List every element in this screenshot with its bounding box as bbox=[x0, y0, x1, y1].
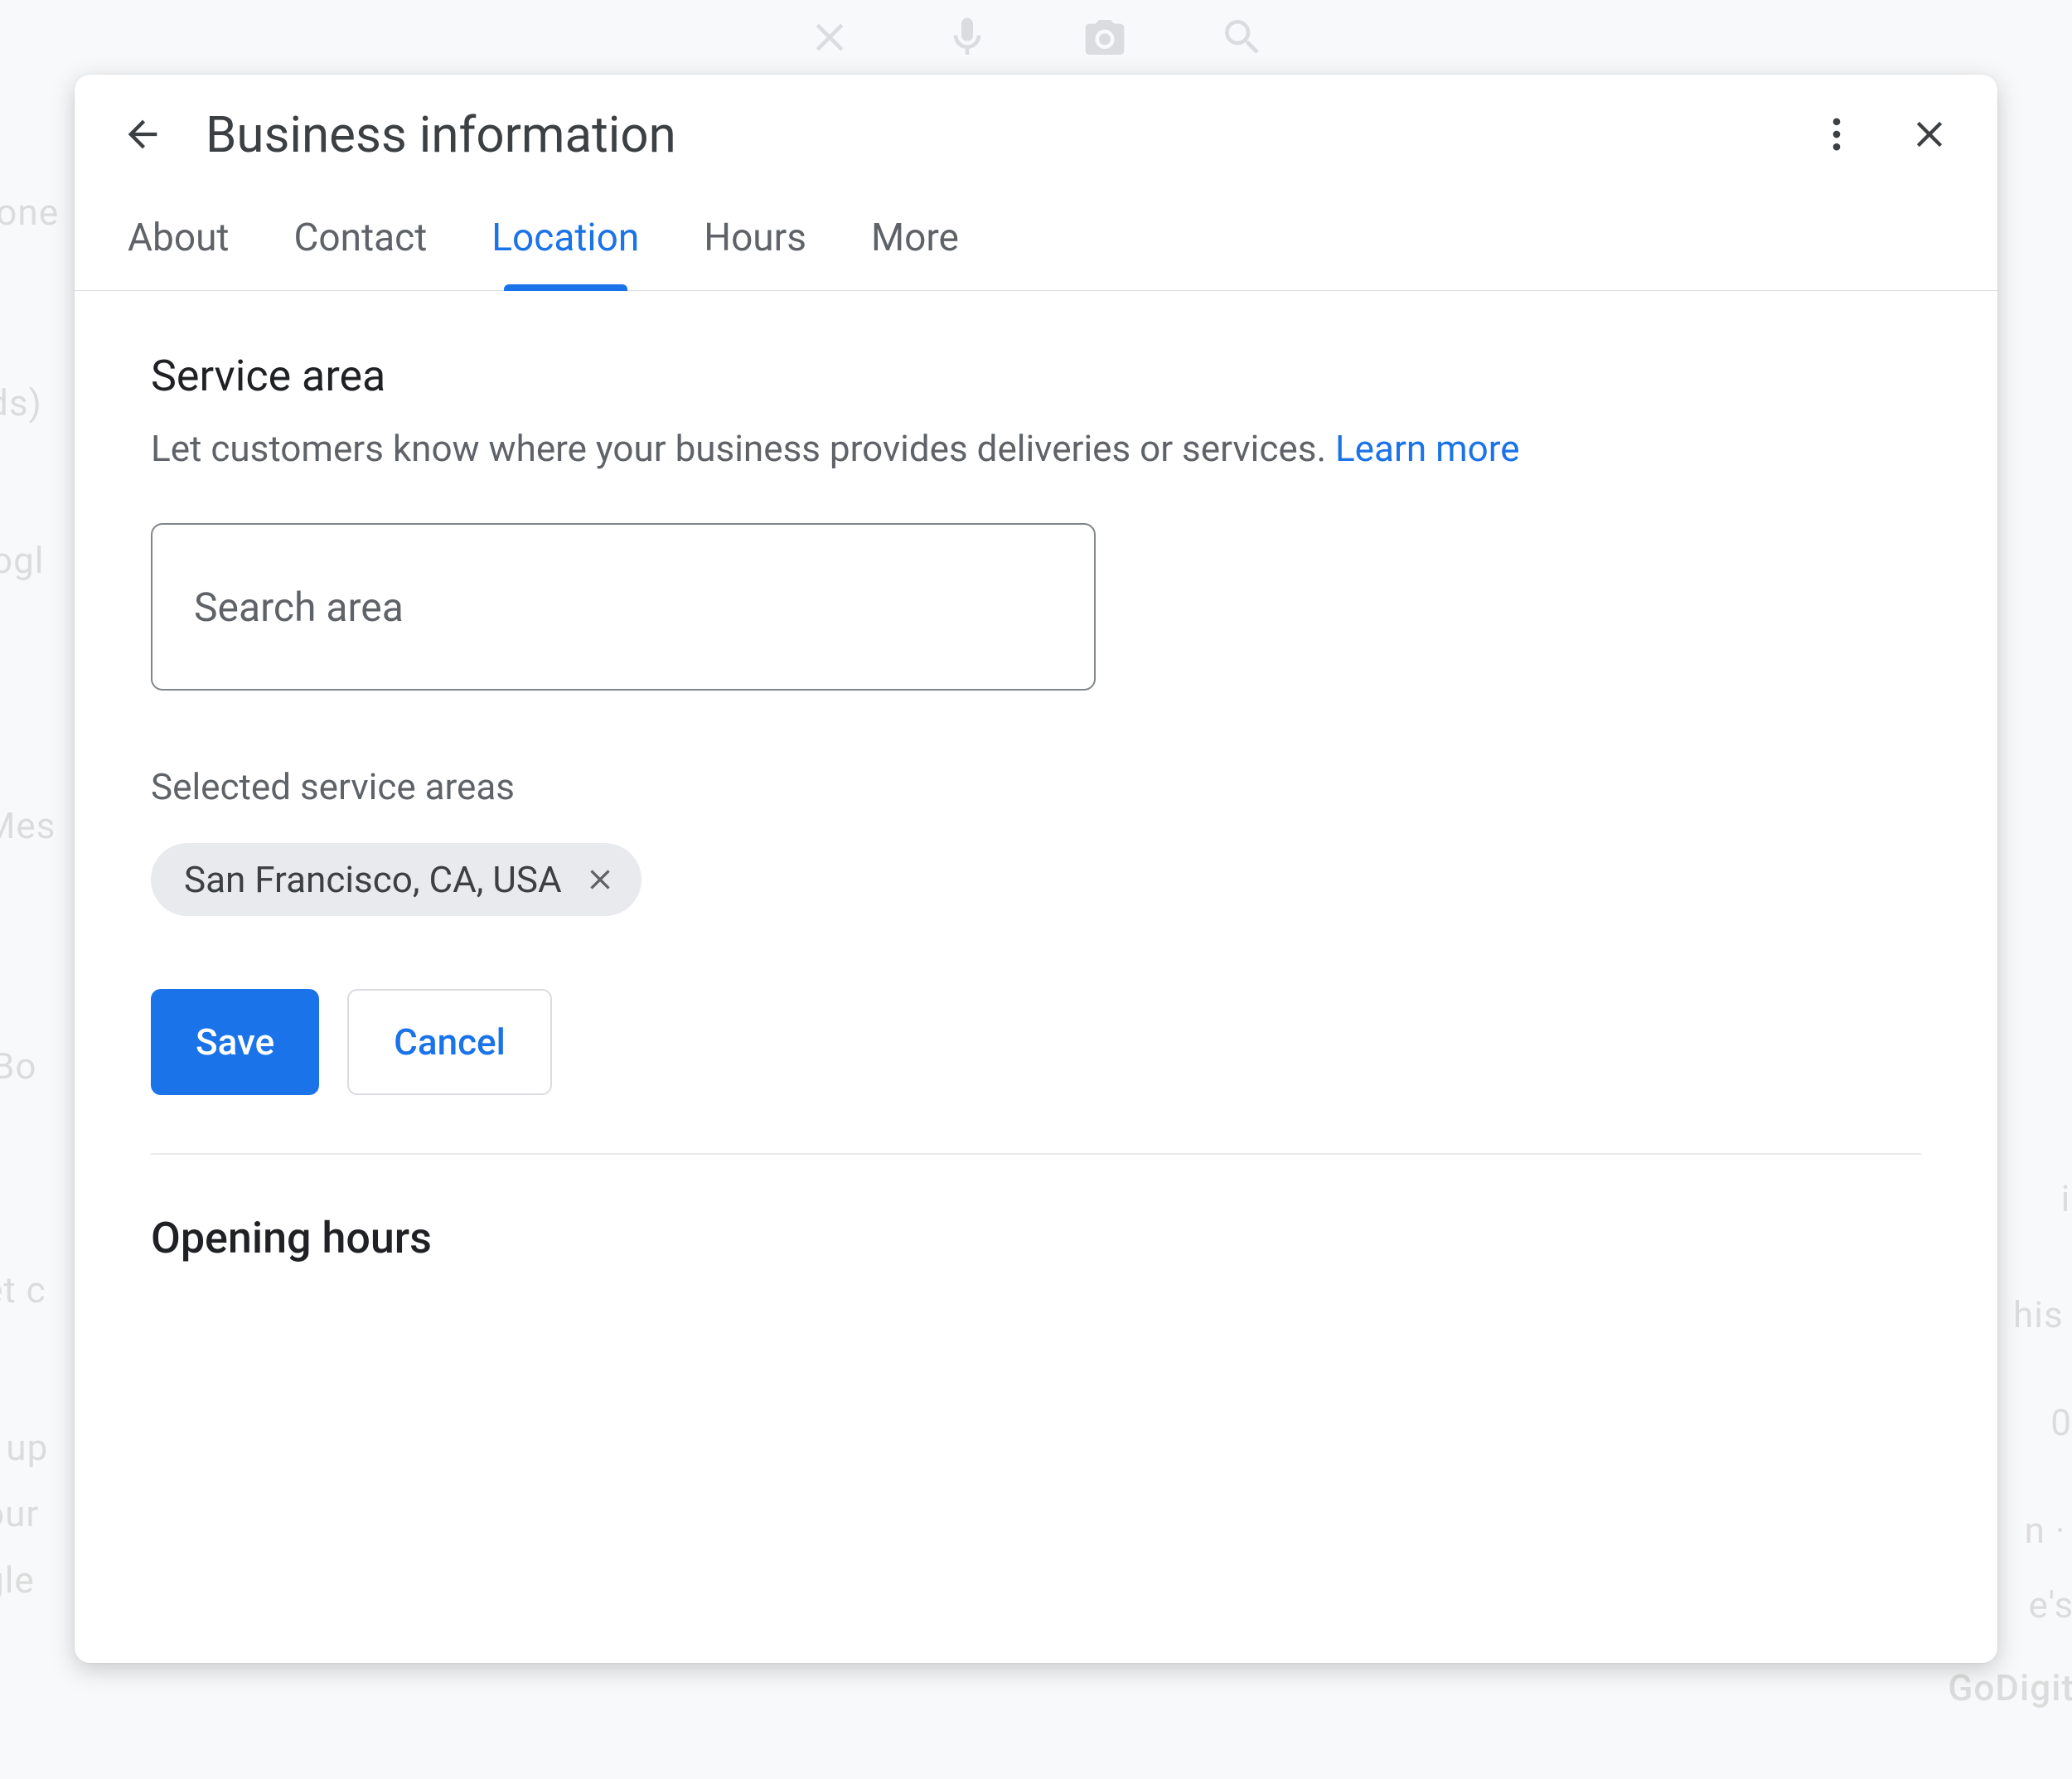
learn-more-link[interactable]: Learn more bbox=[1335, 427, 1520, 470]
tab-location[interactable]: Location bbox=[488, 201, 642, 290]
tab-about[interactable]: About bbox=[124, 201, 232, 290]
camera-icon bbox=[1082, 14, 1128, 61]
background-search-icons bbox=[0, 0, 2072, 75]
search-area-input[interactable] bbox=[151, 523, 1096, 691]
service-area-description-text: Let customers know where your business p… bbox=[151, 427, 1326, 470]
tabs: About Contact Location Hours More bbox=[75, 174, 1997, 291]
action-buttons: Save Cancel bbox=[151, 989, 1921, 1095]
service-area-chip: San Francisco, CA, USA bbox=[151, 843, 641, 916]
cancel-button[interactable]: Cancel bbox=[347, 989, 552, 1095]
dialog-content: Service area Let customers know where yo… bbox=[75, 291, 1997, 1663]
tab-hours[interactable]: Hours bbox=[700, 201, 810, 290]
more-options-button[interactable] bbox=[1807, 104, 1866, 164]
tab-more[interactable]: More bbox=[868, 201, 962, 290]
close-icon bbox=[1908, 113, 1951, 156]
tab-contact[interactable]: Contact bbox=[290, 201, 430, 290]
search-icon bbox=[1219, 14, 1266, 61]
dialog-title: Business information bbox=[206, 105, 1774, 164]
close-dialog-button[interactable] bbox=[1900, 104, 1959, 164]
service-area-heading: Service area bbox=[151, 351, 1921, 401]
dialog-header: Business information bbox=[75, 75, 1997, 174]
arrow-back-icon bbox=[121, 113, 164, 156]
business-information-dialog: Business information About Contact Locat… bbox=[75, 75, 1997, 1663]
section-divider bbox=[151, 1153, 1921, 1155]
save-button[interactable]: Save bbox=[151, 989, 319, 1095]
close-icon bbox=[806, 14, 853, 61]
mic-icon bbox=[944, 14, 990, 61]
close-icon bbox=[583, 863, 617, 896]
opening-hours-heading: Opening hours bbox=[151, 1213, 1921, 1263]
more-vert-icon bbox=[1815, 113, 1858, 156]
service-area-description: Let customers know where your business p… bbox=[151, 424, 1921, 473]
back-button[interactable] bbox=[113, 104, 172, 164]
service-area-chip-label: San Francisco, CA, USA bbox=[184, 858, 562, 901]
selected-service-areas-heading: Selected service areas bbox=[151, 765, 1921, 808]
remove-service-area-button[interactable] bbox=[580, 860, 620, 899]
